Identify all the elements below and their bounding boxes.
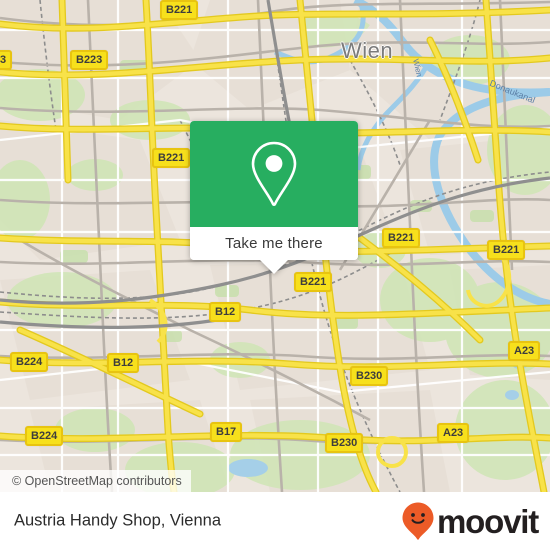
footer-bar: Austria Handy Shop, Vienna moovit <box>0 492 550 550</box>
road-shield: B17 <box>210 422 243 442</box>
popup-pointer-tail <box>260 260 288 274</box>
popup-body: Take me there <box>190 121 358 260</box>
road-shield: B221 <box>152 148 191 168</box>
moovit-place-map-card: Wien Donaukanal Wien B221 3 B223 B221 B221 B2… <box>0 0 550 550</box>
road-shield: B230 <box>350 366 389 386</box>
road-shield: B12 <box>107 353 140 373</box>
popup-footer[interactable]: Take me there <box>190 227 358 260</box>
place-title: Austria Handy Shop, Vienna <box>14 511 221 530</box>
location-pin-icon <box>251 141 297 206</box>
osm-attribution[interactable]: © OpenStreetMap contributors <box>0 470 191 492</box>
moovit-logo[interactable]: moovit <box>401 501 539 541</box>
road-shield: B224 <box>25 426 64 446</box>
popup-header <box>190 121 358 227</box>
map-canvas[interactable]: Wien Donaukanal Wien B221 3 B223 B221 B221 B2… <box>0 0 550 492</box>
moovit-wordmark: moovit <box>437 502 539 540</box>
place-popup-card[interactable]: Take me there <box>190 121 358 274</box>
road-shield: B223 <box>70 50 109 70</box>
road-shield: B221 <box>160 0 199 20</box>
road-shield: B224 <box>10 352 49 372</box>
road-shield: B230 <box>325 433 364 453</box>
take-me-there-button[interactable]: Take me there <box>225 235 323 252</box>
road-shield: B12 <box>209 302 242 322</box>
moovit-smiley-pin-icon <box>402 502 434 540</box>
road-shield: B221 <box>294 272 333 292</box>
road-shield: 3 <box>0 50 13 70</box>
road-shield: A23 <box>508 341 541 361</box>
road-shield: B221 <box>382 228 421 248</box>
road-shield: A23 <box>437 423 470 443</box>
road-shield: B221 <box>487 240 526 260</box>
